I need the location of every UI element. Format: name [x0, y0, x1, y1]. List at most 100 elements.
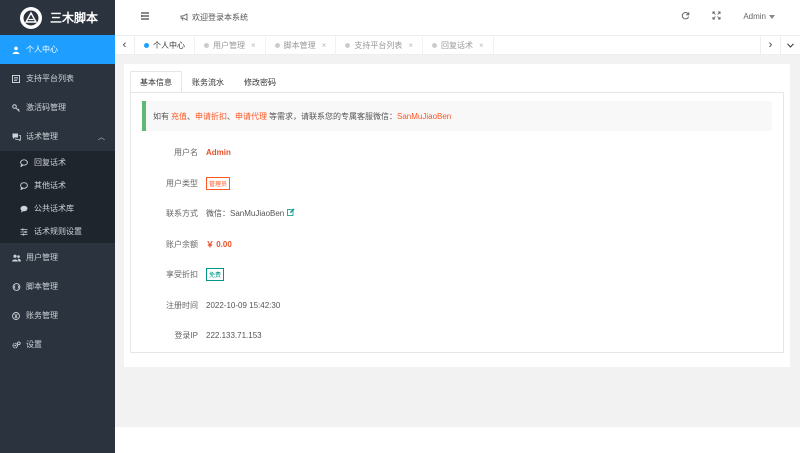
- tab-dot: [204, 42, 209, 48]
- contact-text: 微信：SanMuJiaoBen: [206, 208, 285, 218]
- users-icon: [11, 253, 21, 263]
- tab-transactions[interactable]: 账务流水: [182, 71, 234, 93]
- tab-dot: [144, 42, 149, 48]
- row-balance: 账户余额 ￥ 0.00: [131, 238, 783, 250]
- welcome-message: 欢迎登录本系统: [180, 12, 248, 23]
- sidebar-item-label: 话术管理: [26, 132, 58, 141]
- sidebar-item-platforms[interactable]: 支持平台列表: [0, 64, 115, 93]
- brand[interactable]: 三木脚本: [0, 0, 115, 35]
- sidebar-item-scripts-talk[interactable]: 话术管理 ︿: [0, 122, 115, 151]
- user-menu[interactable]: Admin: [743, 12, 775, 21]
- notice-prefix: 如有: [153, 111, 169, 121]
- refresh-icon[interactable]: [681, 11, 690, 22]
- tab-basic-info[interactable]: 基本信息: [130, 71, 182, 93]
- sidebar-item-label: 其他话术: [34, 181, 66, 190]
- discount-badge: 免费: [206, 267, 225, 281]
- close-icon[interactable]: ×: [322, 41, 327, 50]
- sidebar: 三木脚本 个人中心 支持平台列表 激活码管理 话术管理 ︿ 回复话术 其他话术 …: [0, 0, 115, 453]
- yen-icon: [11, 311, 21, 321]
- footer-area: [115, 427, 800, 453]
- logo-icon: [20, 6, 42, 29]
- discount-label: 享受折扣: [166, 269, 198, 279]
- discount-value: 免费: [206, 267, 225, 281]
- balance-value: ￥ 0.00: [206, 239, 232, 249]
- caret-down-icon: [769, 12, 775, 21]
- edit-icon[interactable]: [287, 208, 295, 218]
- key-icon: [11, 103, 21, 113]
- row-login-ip: 登录IP 222.133.71.153: [131, 329, 783, 341]
- sliders-icon: [19, 227, 29, 237]
- sidebar-item-label: 话术规则设置: [34, 227, 82, 236]
- user-icon: [11, 45, 21, 55]
- register-time-value: 2022-10-09 15:42:30: [206, 300, 281, 310]
- username-label: 用户名: [174, 147, 198, 157]
- sidebar-item-label: 用户管理: [26, 253, 58, 262]
- chevron-up-icon: ︿: [98, 133, 105, 141]
- tab-script-manage[interactable]: 脚本管理 ×: [266, 35, 337, 55]
- row-discount: 享受折扣 免费: [131, 267, 783, 281]
- tab-dot: [432, 42, 438, 48]
- user-type-label: 用户类型: [166, 178, 198, 188]
- tab-scroll-left-icon[interactable]: ‹: [115, 35, 135, 55]
- sidebar-item-label: 公共话术库: [34, 204, 74, 213]
- comment-filled-icon: [19, 204, 29, 214]
- sidebar-item-label: 个人中心: [26, 45, 58, 54]
- tab-platforms[interactable]: 支持平台列表 ×: [336, 35, 424, 55]
- row-register-time: 注册时间 2022-10-09 15:42:30: [131, 299, 783, 311]
- profile-card: 基本信息 账务流水 修改密码 如有 充值 、 申请折扣 、 申请代理 等需求，请…: [124, 64, 790, 367]
- tab-users[interactable]: 用户管理 ×: [195, 35, 266, 55]
- profile-tabs: 基本信息 账务流水 修改密码: [130, 71, 286, 93]
- sidebar-item-label: 激活码管理: [26, 103, 66, 112]
- fullscreen-icon[interactable]: [712, 11, 721, 22]
- sidebar-item-profile[interactable]: 个人中心: [0, 35, 115, 64]
- close-icon[interactable]: ×: [251, 41, 256, 50]
- register-time-label: 注册时间: [166, 300, 198, 310]
- gear-icon: [11, 340, 21, 350]
- contact-label: 联系方式: [166, 208, 198, 218]
- row-username: 用户名 Admin: [131, 146, 783, 158]
- sidebar-item-rules[interactable]: 话术规则设置: [0, 220, 115, 243]
- sidebar-item-label: 支持平台列表: [26, 74, 74, 83]
- notice-banner: 如有 充值 、 申请折扣 、 申请代理 等需求，请联系您的专属客服微信： San…: [142, 101, 772, 131]
- sidebar-submenu: 回复话术 其他话术 公共话术库 话术规则设置: [0, 151, 115, 243]
- tab-profile[interactable]: 个人中心: [135, 35, 195, 55]
- login-ip-value: 222.133.71.153: [206, 330, 262, 340]
- notice-agent: 申请代理: [235, 111, 267, 121]
- notice-sep: 、: [227, 111, 235, 121]
- reply-icon: [19, 158, 29, 168]
- balance-label: 账户余额: [166, 239, 198, 249]
- user-type-badge: 管理员: [206, 176, 231, 190]
- tab-scroll-right-icon[interactable]: ›: [760, 35, 780, 55]
- megaphone-icon: [180, 12, 189, 23]
- tab-dot: [274, 42, 280, 48]
- welcome-text: 欢迎登录本系统: [192, 13, 248, 22]
- user-type-value: 管理员: [206, 176, 231, 190]
- sidebar-item-settings[interactable]: 设置: [0, 330, 115, 359]
- header-actions: Admin: [681, 11, 775, 22]
- sidebar-item-public-library[interactable]: 公共话术库: [0, 197, 115, 220]
- close-icon[interactable]: ×: [408, 41, 413, 50]
- close-icon[interactable]: ×: [479, 41, 484, 50]
- sidebar-item-reply-talk[interactable]: 回复话术: [0, 151, 115, 174]
- notice-middle: 等需求，请联系您的专属客服微信：: [269, 111, 397, 121]
- login-ip-label: 登录IP: [174, 330, 198, 340]
- tab-options-icon[interactable]: [780, 35, 800, 55]
- username-value: Admin: [206, 147, 231, 157]
- tab-change-password[interactable]: 修改密码: [234, 71, 286, 93]
- notice-discount: 申请折扣: [195, 111, 227, 121]
- sidebar-item-label: 回复话术: [34, 158, 66, 167]
- menu-toggle-icon[interactable]: [140, 12, 150, 23]
- tab-label: 用户管理: [213, 40, 245, 50]
- tab-reply-talk[interactable]: 回复话术 ×: [423, 35, 494, 55]
- sidebar-item-other-talk[interactable]: 其他话术: [0, 174, 115, 197]
- sidebar-item-script-manage[interactable]: 脚本管理: [0, 272, 115, 301]
- contact-value: 微信：SanMuJiaoBen: [206, 208, 295, 219]
- sidebar-item-activation-codes[interactable]: 激活码管理: [0, 93, 115, 122]
- tab-strip: ‹ 个人中心 用户管理 × 脚本管理 × 支持平台列表 × 回复话术 × ›: [115, 35, 800, 55]
- notice-recharge: 充值: [171, 111, 187, 121]
- sidebar-item-users[interactable]: 用户管理: [0, 243, 115, 272]
- tab-label: 支持平台列表: [354, 40, 403, 50]
- row-contact: 联系方式 微信：SanMuJiaoBen: [131, 207, 783, 219]
- top-header: 欢迎登录本系统 Admin: [115, 0, 800, 35]
- sidebar-item-finance[interactable]: 账务管理: [0, 301, 115, 330]
